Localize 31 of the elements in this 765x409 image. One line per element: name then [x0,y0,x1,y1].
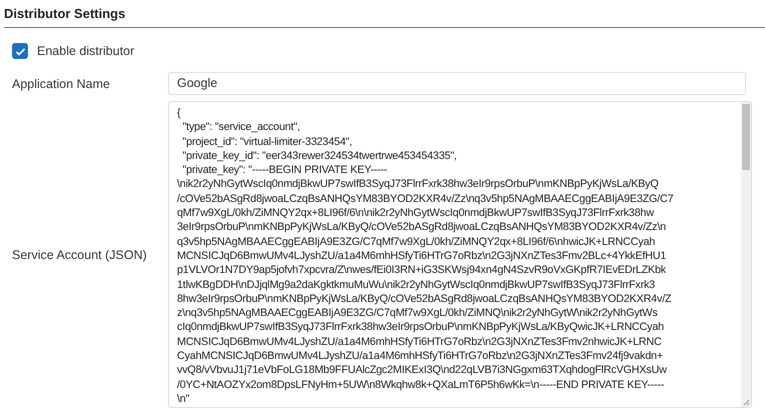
text-line: "type": "service_account", [182,120,300,135]
text-line: CyahMCNSICJqD6BmwUMv4LJyshZU/a1a4M6mhHSfyTi6HTrG7oRbz\n2G3jNXnZTes3Fmv24fj9vakdn+ [177,349,663,364]
text-line: 1tlwKBgDDH\nDJjqlMg9a2daKgktkmuMuWu\nik2r2yNhGytWscIq0nmdjBkwUP7swIfB3SyqJ73FlrrFxrk3 [177,278,655,292]
text-line: MCNSICJqD6BmwUMv4LJyshZU/a1a4M6mhHSfyTi6HTrG7oRbz\n2G3jNXnZTes3Fmv2BLc+4YkkEfHU1 [177,248,666,264]
text-line: "private_key": "-----BEGIN PRIVATE KEY----- [182,163,388,178]
text-line: \n" [177,392,190,406]
text-line: \nik2r2yNhGytWscIq0nmdjBkwUP7swIfB3SyqJ73FlrrFxrk38hw3eIr9rpsOrbuP\nmKNBpPyKjWsLa/KByQ [177,177,658,192]
scroll-thumb[interactable] [742,104,750,170]
text-line: /0YC+NtAOZYx2om8DpsLFNyHm+5UW\n8Wkqhw8k+QXaLmT6P5h6wKk=\n-----END PRIVATE KEY----- [177,378,664,392]
resize-grip-icon[interactable] [742,398,750,406]
input-field[interactable]: Google [168,72,746,95]
text-line: "project_id": "virtual-limiter-3323454", [182,134,352,149]
text-line: "private_key_id": "eer343rewer324534twertrwe453454335", [182,148,457,164]
text-area[interactable] [168,101,752,408]
text-line: q3v5hp5NAgMBAAECggEABIjA9E3ZG/C7qMf7w9XgL/0kh/ZiMNQY2qx+8LI96f/6\nhwicJK+LRNCCyah [177,234,655,249]
text-line: p1VLVOr1N7DY9ap5jofvh7xpcvra/Z\nwes/fEi0I3RN+iG3SKWsj94xn4gN4SzvR9oVxGKpfR7IEvEDrLZKbk [177,263,666,278]
section-title: Distributor Settings [4,6,126,21]
enable-checkbox[interactable] [12,43,28,59]
text-line: z\nq3v5hp5NAgMBAAECggEABIjA9E3ZG/C7qMf7w9XgL/0kh/ZiMNQ\nik2r2yNhGytW\nik2r2yNhGytWs [177,306,658,320]
field-label: Application Name [11,76,111,90]
text-line: qMf7w9XgL/0kh/ZiMNQY2qx+8LI96f/6\n\nik2r2yNhGytWscIq0nmdjBkwUP7swIfB3SyqJ73FlrrFxrk38hw [177,206,654,220]
text-line: vvQ8/vVbvuJ1j71eVbFoLG18Mb9FFUAlcZgc2MIKExI3Q\nd22qLVB7i3NGgxm63TXqhdogFlRcVGHXsUw [177,363,667,378]
text-line: MCNSICJqD6BmwUMv4LJyshZU/a1a4M6mhHSfyTi6HTrG7oRbz\n2G3jNXnZTes3Fmv2nhwicJK+LRNC [177,334,662,350]
text-line: cIq0nmdjBkwUP7swIfB3SyqJ73FlrrFxrk38hw3eIr9rpsOrbuP\nmKNBpPyKjWsLa/KByQwicJK+LRNCCyah [177,320,664,335]
field-label: Service Account (JSON) [11,248,148,262]
text-line: 3eIr9rpsOrbuP\nmKNBpPyKjWsLa/KByQ/cOVe52bASgRd8jwoaLCzqBsANHQsYM83BYOD2KXR4v/Zz\n [177,220,666,235]
scrollbar[interactable] [741,102,751,407]
text-line: /cOVe52bASgRd8jwoaLCzqBsANHQsYM83BYOD2KXR4v/Zz\nq3v5hp5NAgMBAAECggEABIjA9E3ZG/C7 [177,192,674,206]
text-line: { [177,106,180,120]
text-line: 8hw3eIr9rpsOrbuP\nmKNBpPyKjWsLa/KByQ/cOVe52bASgRd8jwoaLCzqBsANHQsYM83BYOD2KXR4v/Z [177,292,672,306]
checkbox-label: Enable distributor [37,44,134,58]
